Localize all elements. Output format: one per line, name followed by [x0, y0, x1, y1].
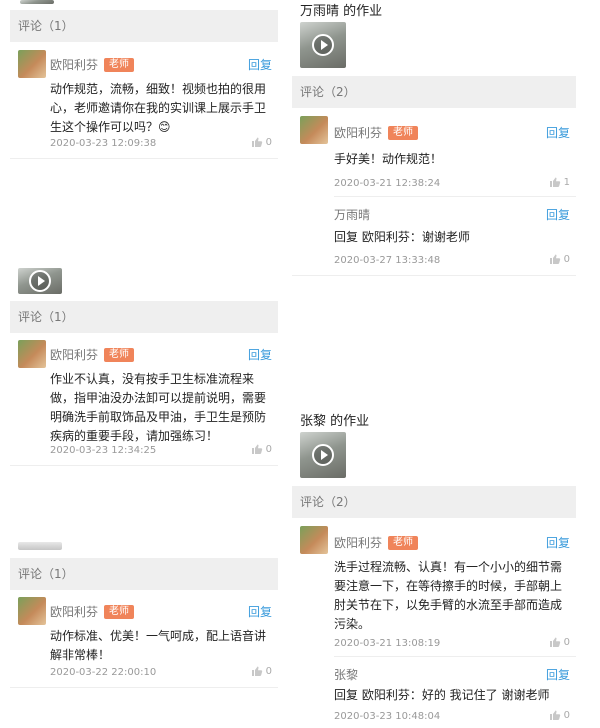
- comment-header: 评论（1）: [10, 558, 278, 590]
- comment-time: 2020-03-21 13:08:19: [334, 638, 441, 649]
- like-count: 0: [563, 709, 570, 721]
- like-button[interactable]: 0: [251, 443, 272, 455]
- thumbs-up-icon: [549, 637, 560, 647]
- like-count: 0: [265, 665, 272, 677]
- like-button[interactable]: 0: [251, 136, 272, 148]
- play-icon: [312, 444, 334, 466]
- divider: [334, 656, 576, 657]
- teacher-badge: 老师: [104, 604, 135, 619]
- teacher-badge: 老师: [388, 125, 419, 140]
- divider: [10, 465, 278, 466]
- avatar[interactable]: [18, 340, 46, 368]
- comment-author-row: 欧阳利芬 老师: [50, 56, 135, 73]
- assignment-title: 万雨晴 的作业: [300, 4, 383, 19]
- like-count: 1: [563, 176, 570, 188]
- like-count: 0: [265, 136, 272, 148]
- avatar[interactable]: [300, 116, 328, 144]
- divider: [334, 196, 576, 197]
- comment-header: 评论（2）: [292, 486, 576, 518]
- like-button[interactable]: 0: [549, 636, 570, 648]
- comment-time: 2020-03-23 12:34:25: [50, 445, 157, 456]
- video-thumbnail[interactable]: [300, 22, 346, 68]
- like-button[interactable]: 0: [549, 709, 570, 721]
- comment-author[interactable]: 欧阳利芬: [334, 124, 382, 141]
- reply-button[interactable]: 回复: [248, 603, 272, 620]
- left-column: 评论（1） 欧阳利芬 老师 回复 动作规范，流畅，细致！视频也拍的很用心，老师邀…: [10, 0, 278, 728]
- teacher-badge: 老师: [104, 347, 135, 362]
- reply-button[interactable]: 回复: [248, 346, 272, 363]
- comment-time: 2020-03-23 12:09:38: [50, 138, 157, 149]
- thumbs-up-icon: [549, 177, 560, 187]
- comment-time: 2020-03-23 10:48:04: [334, 711, 441, 722]
- teacher-badge: 老师: [388, 535, 419, 550]
- like-button[interactable]: 0: [251, 665, 272, 677]
- comment-author-row: 欧阳利芬 老师: [334, 124, 419, 141]
- comment-text: 洗手过程流畅、认真！有一个小小的细节需要注意一下，在等待擦手的时候，手部朝上肘关…: [334, 560, 563, 631]
- reply-button[interactable]: 回复: [546, 206, 570, 223]
- avatar[interactable]: [300, 526, 328, 554]
- comment-header: 评论（1）: [10, 301, 278, 333]
- like-count: 0: [563, 253, 570, 265]
- comment-text: 动作规范，流畅，细致！视频也拍的很用心，老师邀请你在我的实训课上展示手卫生这个操…: [50, 82, 267, 134]
- avatar[interactable]: [18, 50, 46, 78]
- comment-author-row: 欧阳利芬 老师: [50, 346, 135, 363]
- comment-text: 回复 欧阳利芬：谢谢老师: [334, 230, 470, 244]
- divider: [10, 158, 278, 159]
- thumbs-up-icon: [549, 254, 560, 264]
- play-icon: [312, 34, 334, 56]
- video-thumbnail[interactable]: [18, 268, 62, 294]
- reply-button[interactable]: 回复: [546, 124, 570, 141]
- comment-header: 评论（1）: [10, 10, 278, 42]
- thumbs-up-icon: [251, 444, 262, 454]
- comment-author-row: 欧阳利芬 老师: [334, 534, 419, 551]
- comment-text: 回复 欧阳利芬：好的 我记住了 谢谢老师: [334, 688, 550, 702]
- comment-time: 2020-03-22 22:00:10: [50, 667, 157, 678]
- teacher-badge: 老师: [104, 57, 135, 72]
- comment-text: 动作标准、优美！一气呵成，配上语音讲解非常棒！: [50, 629, 267, 662]
- like-count: 0: [265, 443, 272, 455]
- thumbs-up-icon: [251, 137, 262, 147]
- video-thumbnail[interactable]: [18, 542, 62, 550]
- like-button[interactable]: 1: [549, 176, 570, 188]
- reply-button[interactable]: 回复: [546, 534, 570, 551]
- comment-text: 作业不认真，没有按手卫生标准流程来做，指甲油没办法卸可以提前说明，需要明确洗手前…: [50, 372, 267, 443]
- comment-header: 评论（2）: [292, 76, 576, 108]
- reply-button[interactable]: 回复: [546, 666, 570, 683]
- right-column: 万雨晴 的作业 评论（2） 欧阳利芬 老师 回复 手好美！动作规范！ 2020-…: [292, 0, 576, 728]
- like-button[interactable]: 0: [549, 253, 570, 265]
- comment-author[interactable]: 欧阳利芬: [50, 603, 98, 620]
- avatar[interactable]: [18, 597, 46, 625]
- comment-text: 手好美！动作规范！: [334, 152, 443, 166]
- thumbs-up-icon: [251, 666, 262, 676]
- comment-time: 2020-03-27 13:33:48: [334, 255, 441, 266]
- play-icon: [29, 270, 51, 292]
- assignment-title: 张黎 的作业: [300, 414, 370, 429]
- reply-button[interactable]: 回复: [248, 56, 272, 73]
- video-thumbnail[interactable]: [20, 0, 54, 4]
- comment-author[interactable]: 欧阳利芬: [50, 346, 98, 363]
- video-thumbnail[interactable]: [300, 432, 346, 478]
- thumbs-up-icon: [549, 710, 560, 720]
- divider: [292, 275, 576, 276]
- divider: [10, 687, 278, 688]
- comment-author[interactable]: 万雨晴: [334, 206, 370, 223]
- comment-time: 2020-03-21 12:38:24: [334, 178, 441, 189]
- comment-author[interactable]: 欧阳利芬: [334, 534, 382, 551]
- comment-author[interactable]: 张黎: [334, 666, 358, 683]
- like-count: 0: [563, 636, 570, 648]
- comment-author[interactable]: 欧阳利芬: [50, 56, 98, 73]
- comment-author-row: 欧阳利芬 老师: [50, 603, 135, 620]
